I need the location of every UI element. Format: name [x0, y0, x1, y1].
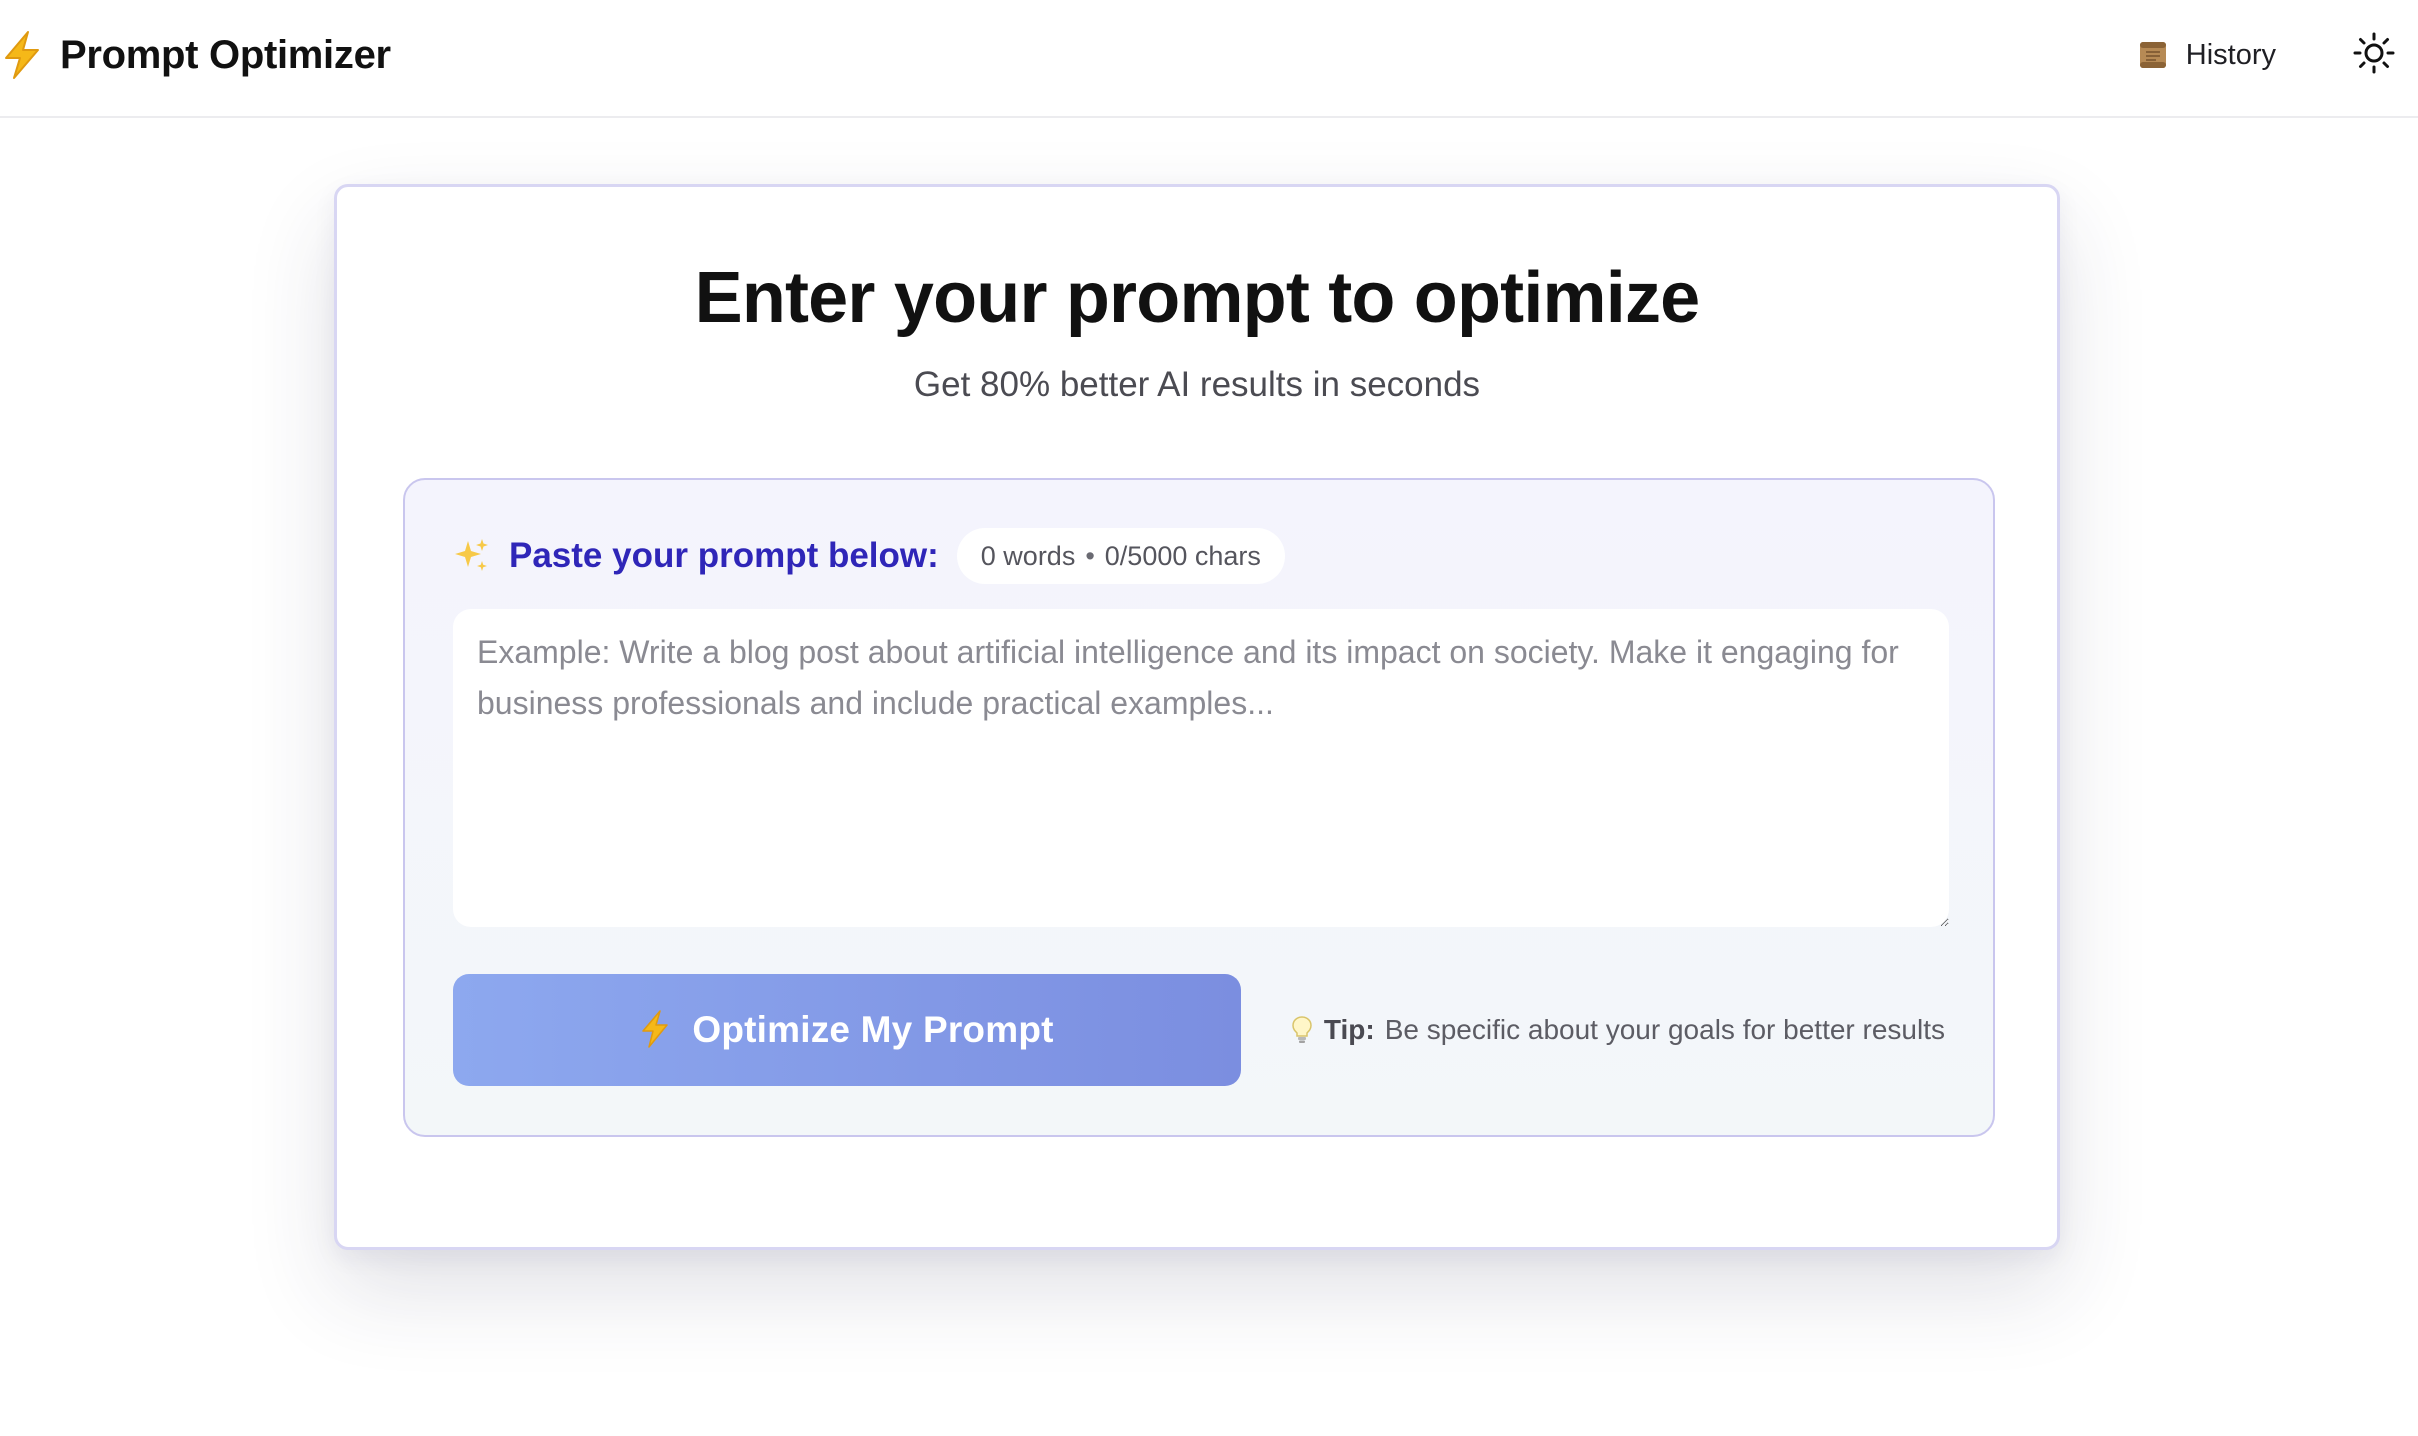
- prompt-input-panel: Paste your prompt below: 0 words • 0/500…: [403, 478, 1995, 1137]
- prompt-textarea[interactable]: [453, 609, 1949, 927]
- optimize-button-label: Optimize My Prompt: [692, 1009, 1054, 1050]
- panel-header: Paste your prompt below: 0 words • 0/500…: [453, 528, 1285, 584]
- lightning-icon: [640, 1009, 670, 1051]
- nav-actions: History: [2116, 0, 2418, 110]
- character-counter: 0 words • 0/5000 chars: [956, 528, 1285, 584]
- sparkles-icon: [453, 537, 491, 575]
- optimize-button[interactable]: Optimize My Prompt: [453, 974, 1241, 1086]
- tip-text: Tip: Be specific about your goals for be…: [1290, 974, 1945, 1086]
- page-subtitle: Get 80% better AI results in seconds: [913, 365, 1481, 404]
- char-count: 0/5000 chars: [1104, 540, 1261, 571]
- page-title: Enter your prompt to optimize: [694, 258, 1701, 338]
- scroll-icon: [2136, 38, 2170, 72]
- word-count: 0 words: [980, 540, 1076, 571]
- prompt-label: Paste your prompt below:: [509, 536, 939, 575]
- sun-icon: [2353, 32, 2395, 79]
- history-label: History: [2185, 38, 2276, 71]
- tip-label: Tip:: [1323, 1014, 1375, 1045]
- lightning-icon: [0, 30, 44, 80]
- top-navbar: Prompt Optimizer History: [0, 0, 2418, 118]
- lightbulb-icon: [1290, 1015, 1314, 1045]
- optimizer-card: Enter your prompt to optimize Get 80% be…: [334, 184, 2060, 1250]
- theme-toggle-button[interactable]: [2342, 23, 2406, 87]
- tip-message: Be specific about your goals for better …: [1384, 1014, 1945, 1045]
- app-title: Prompt Optimizer: [60, 32, 391, 77]
- brand[interactable]: Prompt Optimizer: [0, 0, 391, 110]
- counter-separator: •: [1085, 540, 1095, 571]
- history-button[interactable]: History: [2116, 28, 2296, 82]
